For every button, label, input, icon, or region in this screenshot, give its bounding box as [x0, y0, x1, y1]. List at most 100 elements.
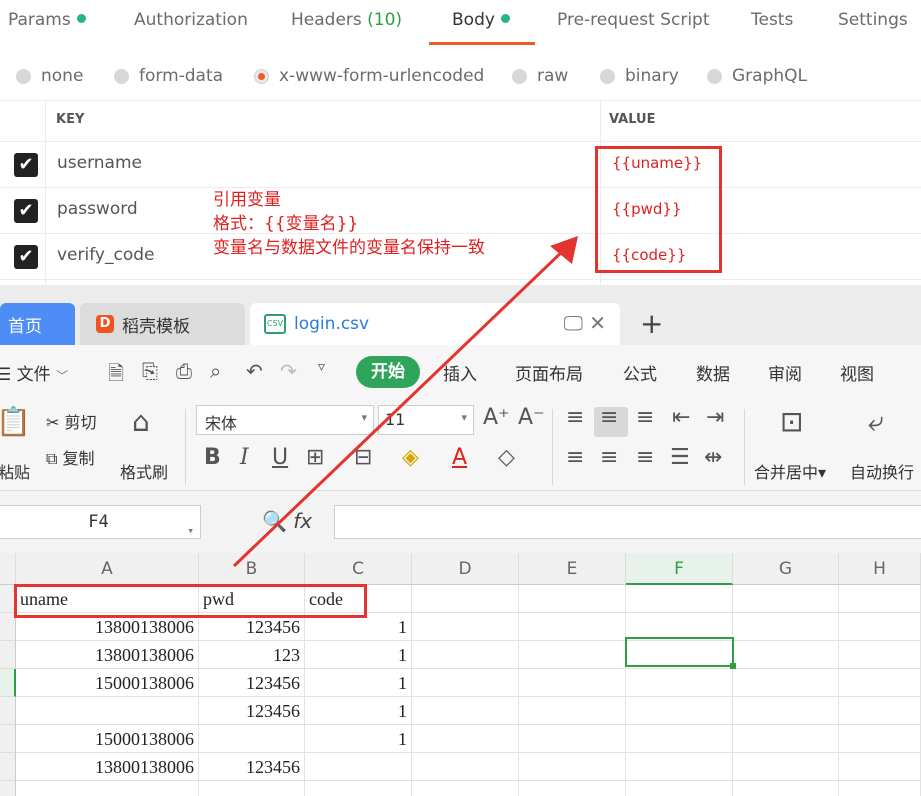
cell[interactable]: 15000138006 [16, 725, 199, 753]
cell[interactable] [519, 725, 626, 753]
menu-page-layout[interactable]: 页面布局 [515, 360, 583, 385]
cell[interactable] [733, 585, 839, 613]
cell[interactable] [839, 669, 921, 697]
column-header[interactable]: D [412, 553, 519, 585]
decrease-indent-icon[interactable]: ⇤ [672, 405, 690, 430]
tab-body[interactable]: Body [452, 10, 510, 30]
customize-toolbar-icon[interactable]: ▿ [318, 359, 325, 375]
kv-key[interactable]: password [57, 199, 138, 219]
active-cell-f4[interactable] [625, 637, 736, 669]
cell[interactable] [626, 669, 733, 697]
align-middle-icon[interactable]: ≡ [600, 405, 618, 430]
cell[interactable]: 1 [305, 641, 412, 669]
cell[interactable] [519, 641, 626, 669]
menu-formula[interactable]: 公式 [623, 360, 657, 385]
name-box[interactable]: F4 ▾ [0, 505, 201, 539]
radio-raw[interactable]: raw [512, 66, 568, 86]
italic-icon[interactable]: I [240, 445, 249, 470]
paste-button[interactable]: 粘贴 [0, 459, 30, 483]
cell[interactable] [839, 641, 921, 669]
row-header[interactable] [0, 781, 16, 796]
cell[interactable] [519, 781, 626, 796]
checkbox-checked-icon[interactable]: ✔ [14, 153, 38, 177]
radio-form-data[interactable]: form-data [114, 66, 223, 86]
bold-icon[interactable]: B [204, 445, 221, 470]
monitor-icon[interactable]: 🖵 [564, 311, 583, 335]
cell[interactable] [733, 753, 839, 781]
cell[interactable] [412, 753, 519, 781]
print-preview-icon[interactable]: ⌕ [210, 359, 221, 383]
cell[interactable] [305, 753, 412, 781]
cell[interactable]: 1 [305, 669, 412, 697]
checkbox-checked-icon[interactable]: ✔ [14, 199, 38, 223]
decrease-font-icon[interactable]: A⁻ [518, 405, 545, 430]
fx-icon[interactable]: fx [293, 509, 312, 533]
column-header[interactable]: H [839, 553, 921, 585]
cell[interactable] [733, 781, 839, 796]
align-left-icon[interactable]: ≡ [566, 445, 584, 470]
increase-indent-icon[interactable]: ⇥ [706, 405, 724, 430]
checkbox-checked-icon[interactable]: ✔ [14, 245, 38, 269]
cell[interactable] [519, 697, 626, 725]
clear-format-icon[interactable]: ◇ [498, 445, 515, 470]
align-right-icon[interactable]: ≡ [636, 445, 654, 470]
menu-view[interactable]: 视图 [840, 360, 874, 385]
cell[interactable]: 13800138006 [16, 641, 199, 669]
kv-key[interactable]: verify_code [57, 245, 154, 265]
merge-center-button[interactable]: 合并居中▾ [754, 459, 826, 483]
menu-review[interactable]: 审阅 [768, 360, 802, 385]
increase-font-icon[interactable]: A⁺ [483, 405, 510, 430]
zoom-search-icon[interactable]: 🔍 [262, 509, 287, 533]
cell[interactable]: 1 [305, 725, 412, 753]
column-header[interactable]: E [519, 553, 626, 585]
cell[interactable] [412, 585, 519, 613]
save-icon[interactable]: 🗎 [108, 359, 124, 393]
undo-icon[interactable]: ↶ [246, 359, 263, 383]
row-header[interactable] [0, 641, 16, 669]
column-header[interactable]: A [16, 553, 199, 585]
tab-params[interactable]: Params [8, 10, 86, 30]
cell[interactable] [305, 781, 412, 796]
cell[interactable] [412, 641, 519, 669]
cell[interactable] [839, 613, 921, 641]
redo-icon[interactable]: ↷ [280, 359, 297, 383]
cell[interactable] [412, 725, 519, 753]
cell[interactable] [519, 613, 626, 641]
new-tab-plus-icon[interactable]: + [640, 307, 663, 340]
justify-icon[interactable]: ☰ [670, 445, 690, 470]
align-top-icon[interactable]: ≡ [566, 405, 584, 430]
cell[interactable] [839, 753, 921, 781]
tab-home[interactable]: 首页 [0, 303, 75, 345]
cell[interactable]: 123456 [199, 697, 305, 725]
row-header[interactable] [0, 669, 16, 697]
cell[interactable]: 13800138006 [16, 753, 199, 781]
column-header[interactable]: G [733, 553, 839, 585]
tab-login-csv[interactable]: CSV login.csv 🖵 ✕ [250, 303, 620, 345]
menu-insert[interactable]: 插入 [443, 360, 477, 385]
radio-x-www-form-urlencoded[interactable]: x-www-form-urlencoded [254, 66, 484, 86]
select-all-corner[interactable] [0, 553, 16, 585]
print-icon[interactable]: ⎙ [176, 359, 192, 383]
cell[interactable] [626, 753, 733, 781]
cell[interactable] [839, 697, 921, 725]
radio-graphql[interactable]: GraphQL [707, 66, 807, 86]
tab-pre-request-script[interactable]: Pre-request Script [557, 10, 710, 30]
distributed-icon[interactable]: ⇹ [704, 445, 722, 470]
cell[interactable] [412, 781, 519, 796]
row-header[interactable] [0, 697, 16, 725]
row-header[interactable] [0, 753, 16, 781]
tab-tests[interactable]: Tests [751, 10, 793, 30]
cell[interactable] [199, 725, 305, 753]
cell[interactable] [733, 725, 839, 753]
fill-cells-icon[interactable]: ⊟ [354, 445, 372, 470]
column-header[interactable]: C [305, 553, 412, 585]
cell[interactable] [412, 697, 519, 725]
radio-binary[interactable]: binary [600, 66, 679, 86]
menu-data[interactable]: 数据 [696, 360, 730, 385]
paste-icon[interactable]: 📋 [0, 405, 31, 438]
tab-settings[interactable]: Settings [838, 10, 908, 30]
cell[interactable] [839, 585, 921, 613]
align-center-icon[interactable]: ≡ [600, 445, 618, 470]
cell[interactable] [733, 697, 839, 725]
menu-start[interactable]: 开始 [356, 356, 420, 388]
